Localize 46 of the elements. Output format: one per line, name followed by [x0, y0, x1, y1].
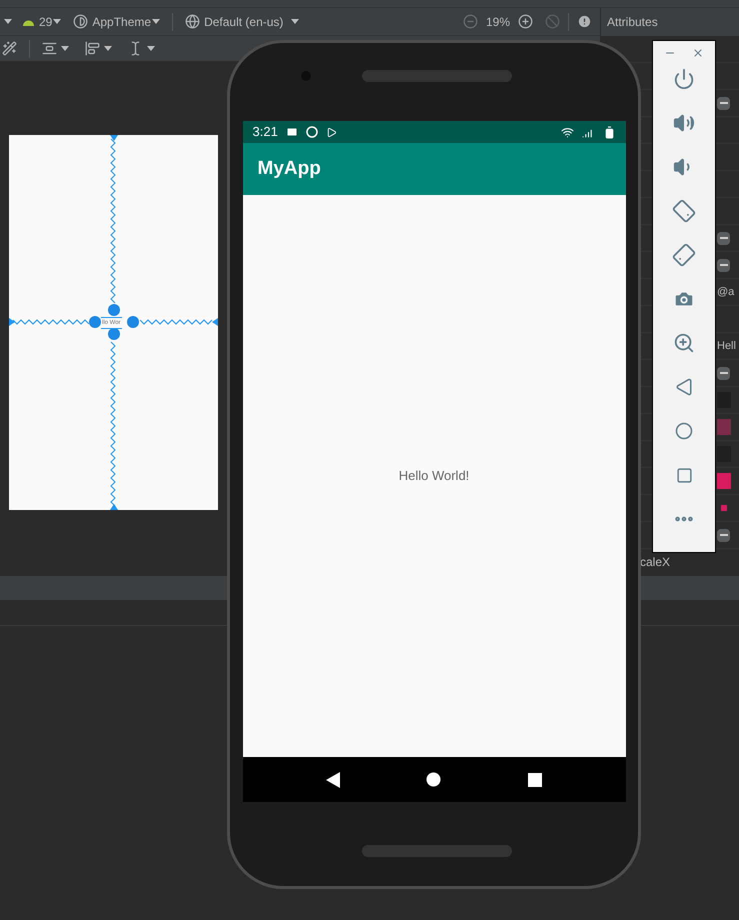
theme-icon [73, 14, 88, 29]
pack-icon[interactable] [42, 41, 57, 56]
zoom-in-icon[interactable] [518, 14, 533, 29]
back-icon[interactable] [326, 772, 340, 788]
play-store-icon [326, 126, 337, 138]
caret-icon [152, 19, 160, 24]
mail-icon [286, 126, 298, 138]
wifi-icon [560, 126, 574, 138]
remove-button[interactable] [717, 528, 730, 542]
battery-icon [602, 126, 616, 138]
remove-button[interactable] [717, 96, 730, 110]
overview-icon[interactable] [528, 772, 542, 786]
attribute-label: caleX [640, 555, 670, 569]
caret-icon [4, 19, 12, 24]
remove-button[interactable] [717, 366, 730, 380]
anchor-handle[interactable] [127, 316, 139, 328]
attribute-value: Hell [717, 338, 736, 354]
caret-icon [291, 19, 300, 24]
caret-icon [61, 46, 69, 51]
zoom-in-icon[interactable] [673, 332, 695, 354]
zoom-out-icon[interactable] [462, 14, 478, 29]
remove-button[interactable] [717, 258, 730, 272]
anchor-handle[interactable] [89, 316, 101, 328]
hello-text: Hello World! [398, 467, 470, 486]
zoom-level: 19% [486, 14, 510, 30]
volume-up-icon[interactable] [673, 112, 695, 134]
magic-wand-icon[interactable] [2, 41, 17, 56]
api-level-dropdown[interactable]: 29 [39, 12, 62, 30]
locale-dropdown[interactable]: Default (en-us) [204, 12, 300, 30]
caret-icon [104, 46, 112, 51]
power-icon[interactable] [673, 68, 695, 90]
warning-icon[interactable] [577, 14, 592, 29]
remove-button[interactable] [717, 232, 730, 244]
caret-icon [147, 46, 155, 51]
caret-icon [53, 19, 62, 24]
panel-title: Attributes [607, 14, 658, 31]
app-title: MyApp [258, 156, 321, 181]
attribute-value: @a [717, 284, 734, 300]
anchor-handle[interactable] [108, 328, 120, 340]
home-icon[interactable] [426, 772, 442, 787]
theme-dropdown[interactable]: AppTheme [92, 12, 160, 30]
anchor-handle[interactable] [108, 304, 120, 316]
align-icon[interactable] [85, 41, 100, 56]
globe-icon [185, 14, 200, 29]
close-icon[interactable] [692, 47, 704, 59]
status-time: 3:21 [252, 123, 278, 142]
